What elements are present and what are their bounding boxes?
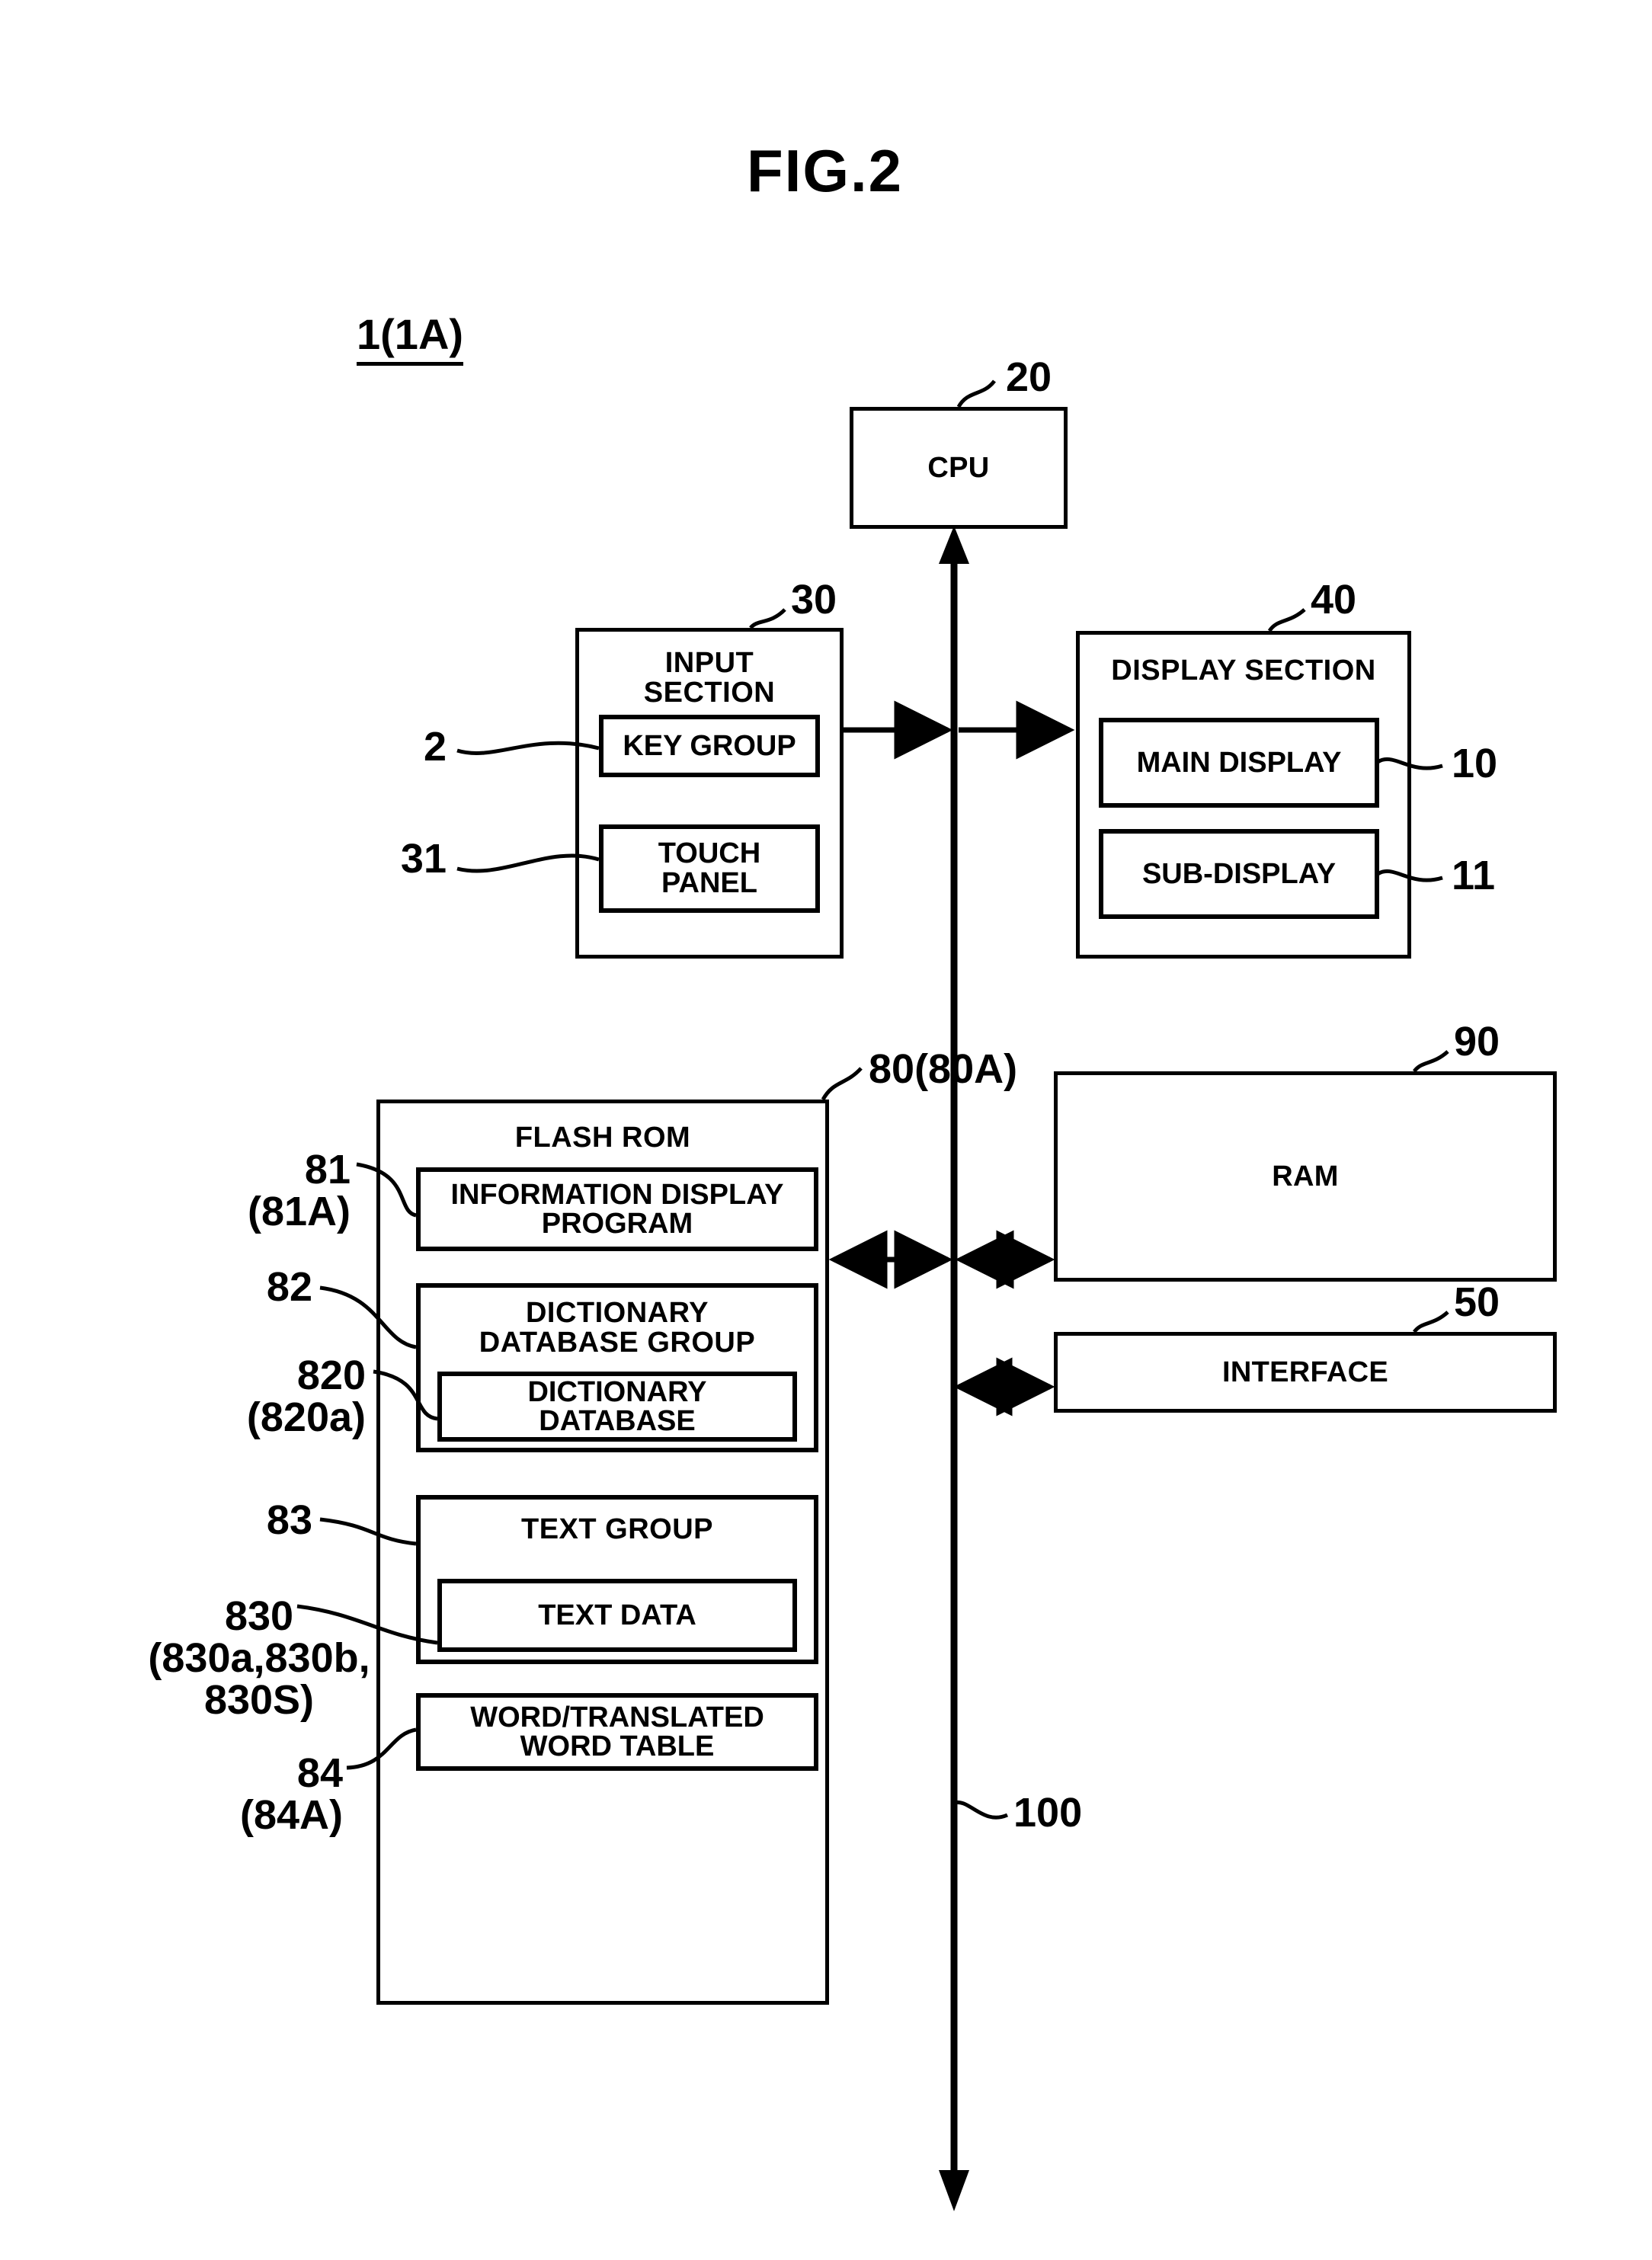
ref-84: 84 (84A) [239,1750,343,1839]
flash-rom-title: FLASH ROM [514,1122,691,1154]
dictionary-database-block: DICTIONARY DATABASE [437,1372,797,1442]
display-section-title: DISPLAY SECTION [1111,655,1376,687]
figure-title: FIG.2 [747,137,904,204]
text-data-label: TEXT DATA [538,1599,696,1631]
main-display-label: MAIN DISPLAY [1136,746,1342,779]
interface-label: INTERFACE [1221,1356,1389,1388]
ref-81: 81 (81A) [247,1147,351,1235]
information-display-program-block: INFORMATION DISPLAY PROGRAM [416,1167,818,1251]
sub-display-block: SUB-DISPLAY [1099,829,1379,919]
main-display-block: MAIN DISPLAY [1099,718,1379,808]
interface-block: INTERFACE [1054,1332,1557,1413]
bus-line [939,526,969,2211]
device-reference-label: 1(1A) [357,312,464,366]
touch-panel-label: TOUCH PANEL [658,837,761,899]
ref-100: 100 [1013,1790,1083,1836]
ref-10: 10 [1452,741,1498,786]
ref-2: 2 [423,724,447,770]
information-display-program-label: INFORMATION DISPLAY PROGRAM [450,1179,784,1240]
input-section-title: INPUT SECTION [643,647,776,709]
cpu-label: CPU [927,451,990,484]
ram-block: RAM [1054,1071,1557,1282]
ref-31: 31 [400,836,447,882]
word-translated-word-table-block: WORD/TRANSLATED WORD TABLE [416,1693,818,1771]
key-group-label: KEY GROUP [623,729,796,762]
ref-20: 20 [1006,354,1052,400]
touch-panel-block: TOUCH PANEL [599,824,820,913]
sub-display-label: SUB-DISPLAY [1141,857,1337,890]
ref-50: 50 [1454,1279,1500,1325]
cpu-block: CPU [850,407,1068,529]
dictionary-database-group-label: DICTIONARY DATABASE GROUP [479,1297,756,1359]
text-data-block: TEXT DATA [437,1579,797,1652]
dictionary-database-label: DICTIONARY DATABASE [527,1376,707,1437]
ref-830: 830 (830a,830b, 830S) [148,1593,370,1724]
ref-40: 40 [1311,577,1357,623]
ref-83: 83 [266,1497,312,1543]
ref-30: 30 [791,577,837,623]
ref-90: 90 [1454,1019,1500,1064]
ref-11: 11 [1452,853,1496,898]
patent-figure-canvas: FIG.2 1(1A) CPU 20 INPUT SECTION 30 KEY … [0,0,1652,2260]
word-translated-word-table-label: WORD/TRANSLATED WORD TABLE [470,1701,764,1762]
text-group-label: TEXT GROUP [520,1513,714,1545]
key-group-block: KEY GROUP [599,715,820,777]
ref-82: 82 [266,1264,312,1310]
ref-820: 820 (820a) [246,1352,366,1441]
ram-label: RAM [1272,1160,1339,1192]
ref-80: 80(80A) [869,1046,1018,1092]
